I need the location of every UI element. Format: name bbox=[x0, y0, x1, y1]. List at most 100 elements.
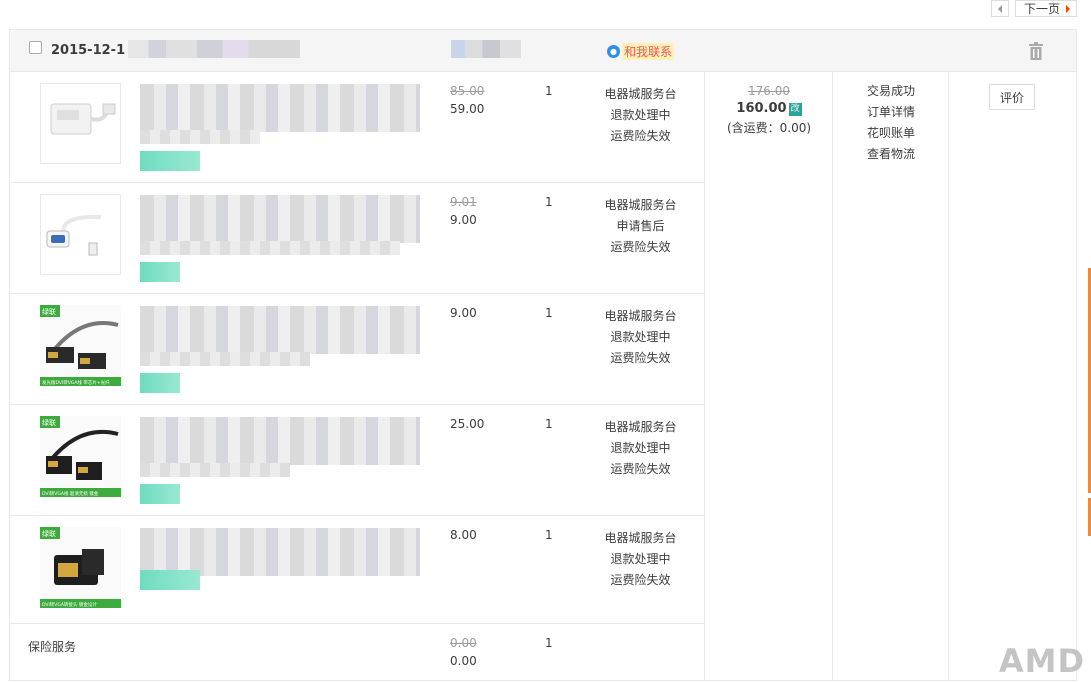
shipping-note: (含运费：0.00) bbox=[726, 121, 812, 135]
trade-status: 交易成功 bbox=[866, 84, 915, 98]
order-item-row: 绿联 DVI转VGA线 超清无损 镀金 25.00 1 电器城服务台 退款处理中… bbox=[10, 405, 704, 516]
item-price: 9.00 bbox=[450, 213, 477, 227]
refund-status-link[interactable]: 退款处理中 bbox=[593, 549, 688, 570]
total-amount: 160.00 改 bbox=[705, 101, 833, 116]
item-services: 电器城服务台 申请售后 运费险失效 bbox=[593, 195, 688, 258]
order-header: 2015-12-1 ● 和我联系 bbox=[10, 30, 1076, 72]
order-item-row: 85.00 59.00 1 电器城服务台 退款处理中 运费险失效 bbox=[10, 72, 704, 183]
product-sku-redacted bbox=[140, 130, 260, 144]
refund-status-link[interactable]: 退款处理中 bbox=[593, 438, 688, 459]
insurance-original-price: 0.00 bbox=[450, 636, 477, 650]
item-price: 59.00 bbox=[450, 102, 485, 116]
shipping-insurance-status[interactable]: 运费险失效 bbox=[593, 570, 688, 591]
product-title-redacted[interactable] bbox=[140, 306, 420, 354]
product-tag-redacted bbox=[140, 373, 180, 393]
shipping-insurance-status[interactable]: 运费险失效 bbox=[593, 126, 688, 147]
product-title-redacted[interactable] bbox=[140, 417, 420, 465]
product-tag-redacted bbox=[140, 151, 200, 171]
service-desk-link[interactable]: 电器城服务台 bbox=[593, 528, 688, 549]
item-quantity: 1 bbox=[545, 528, 553, 542]
item-price: 8.00 bbox=[450, 528, 477, 542]
service-desk-link[interactable]: 电器城服务台 bbox=[593, 84, 688, 105]
refund-status-link[interactable]: 退款处理中 bbox=[593, 105, 688, 126]
contact-seller-label: 和我联系 bbox=[622, 43, 675, 60]
total-original-price: 176.00 bbox=[748, 84, 790, 98]
refund-status-link[interactable]: 退款处理中 bbox=[593, 327, 688, 348]
service-desk-link[interactable]: 电器城服务台 bbox=[593, 306, 688, 327]
insurance-quantity: 1 bbox=[545, 636, 553, 650]
insurance-label: 保险服务 bbox=[28, 640, 77, 654]
item-quantity: 1 bbox=[545, 84, 553, 98]
usb-adapter-image bbox=[50, 103, 116, 135]
amd-watermark: AMD bbox=[998, 642, 1085, 680]
chevron-left-icon bbox=[997, 4, 1002, 13]
product-title-redacted[interactable] bbox=[140, 195, 420, 243]
shipping-insurance-status[interactable]: 运费险失效 bbox=[593, 459, 688, 480]
contact-seller[interactable]: ● 和我联系 bbox=[607, 43, 675, 60]
item-price: 9.00 bbox=[450, 306, 477, 320]
order-item-row: 9.01 9.00 1 电器城服务台 申请售后 运费险失效 bbox=[10, 183, 704, 294]
vga-adapter-image bbox=[46, 214, 102, 256]
product-thumbnail[interactable]: 绿联 DVI转VGA线 超清无损 镀金 bbox=[40, 416, 121, 497]
product-title-redacted[interactable] bbox=[140, 84, 420, 132]
product-thumbnail[interactable] bbox=[40, 194, 121, 275]
product-tag-redacted bbox=[140, 570, 200, 590]
insurance-row: 保险服务 0.00 0.00 1 bbox=[10, 624, 704, 682]
item-services: 电器城服务台 退款处理中 运费险失效 bbox=[593, 417, 688, 480]
svg-text:绿联: 绿联 bbox=[42, 418, 56, 427]
product-thumbnail[interactable]: 绿联 DVI转VGA转接头 镀金设计 bbox=[40, 527, 121, 608]
after-sales-link[interactable]: 申请售后 bbox=[593, 216, 688, 237]
next-page-label: 下一页 bbox=[1023, 2, 1060, 16]
order-item-row: 绿联 DVI转VGA转接头 镀金设计 8.00 1 电器城服务台 退款处理中 运… bbox=[10, 516, 704, 624]
dvi-adapter-image: 绿联 DVI转VGA转接头 镀金设计 bbox=[40, 527, 121, 608]
item-price: 25.00 bbox=[450, 417, 485, 431]
service-desk-link[interactable]: 电器城服务台 bbox=[593, 195, 688, 216]
prev-page-button[interactable] bbox=[990, 0, 1009, 17]
order-item-row: 绿联 发光版DVI转VGA线 带芯片+光纤 9.00 1 电器城服务台 退款处理… bbox=[10, 294, 704, 405]
product-sku-redacted bbox=[140, 463, 290, 477]
order-status: 交易成功 订单详情 花呗账单 查看物流 bbox=[833, 72, 949, 165]
chevron-right-icon bbox=[1066, 4, 1070, 13]
product-thumbnail[interactable] bbox=[40, 83, 121, 164]
item-quantity: 1 bbox=[545, 195, 553, 209]
product-title-redacted[interactable] bbox=[140, 528, 420, 576]
service-desk-link[interactable]: 电器城服务台 bbox=[593, 417, 688, 438]
dvi-vga-cable-image: 绿联 DVI转VGA线 超清无损 镀金 bbox=[40, 416, 121, 497]
next-page-button[interactable]: 下一页 bbox=[1014, 0, 1077, 17]
product-sku-redacted bbox=[140, 241, 400, 255]
svg-text:绿联: 绿联 bbox=[42, 529, 56, 538]
item-quantity: 1 bbox=[545, 417, 553, 431]
item-services: 电器城服务台 退款处理中 运费险失效 bbox=[593, 528, 688, 591]
delete-order-icon[interactable] bbox=[1028, 42, 1044, 60]
order-card: 2015-12-1 ● 和我联系 85.00 59.00 1 电器城服务台 退款… bbox=[9, 29, 1077, 681]
order-checkbox[interactable] bbox=[29, 41, 42, 54]
svg-text:发光版DVI转VGA线 带芯片+光纤: 发光版DVI转VGA线 带芯片+光纤 bbox=[42, 379, 110, 386]
svg-text:DVI转VGA线 超清无损 镀金: DVI转VGA线 超清无损 镀金 bbox=[42, 490, 99, 497]
item-services: 电器城服务台 退款处理中 运费险失效 bbox=[593, 306, 688, 369]
insurance-price: 0.00 bbox=[450, 654, 477, 668]
product-sku-redacted bbox=[140, 352, 310, 366]
product-tag-redacted bbox=[140, 262, 180, 282]
svg-text:绿联: 绿联 bbox=[42, 307, 56, 316]
order-date: 2015-12-1 bbox=[51, 43, 126, 58]
column-divider bbox=[704, 72, 705, 680]
svg-text:DVI转VGA转接头 镀金设计: DVI转VGA转接头 镀金设计 bbox=[42, 601, 97, 608]
order-detail-link[interactable]: 订单详情 bbox=[833, 102, 949, 123]
item-services: 电器城服务台 退款处理中 运费险失效 bbox=[593, 84, 688, 147]
item-original-price: 85.00 bbox=[450, 84, 485, 98]
shop-name-redacted bbox=[451, 40, 521, 58]
view-logistics-link[interactable]: 查看物流 bbox=[833, 144, 949, 165]
shipping-insurance-status[interactable]: 运费险失效 bbox=[593, 237, 688, 258]
total-amount-value: 160.00 bbox=[736, 101, 787, 116]
item-original-price: 9.01 bbox=[450, 195, 477, 209]
huabei-bill-link[interactable]: 花呗账单 bbox=[833, 123, 949, 144]
order-total: 176.00 160.00 改 (含运费：0.00) bbox=[705, 72, 833, 136]
price-changed-icon: 改 bbox=[788, 103, 802, 116]
product-tag-redacted bbox=[140, 484, 180, 504]
shipping-insurance-status[interactable]: 运费险失效 bbox=[593, 348, 688, 369]
order-number-redacted bbox=[128, 40, 300, 58]
chat-icon: ● bbox=[607, 45, 620, 58]
item-quantity: 1 bbox=[545, 306, 553, 320]
product-thumbnail[interactable]: 绿联 发光版DVI转VGA线 带芯片+光纤 bbox=[40, 305, 121, 386]
review-button[interactable]: 评价 bbox=[989, 84, 1035, 110]
